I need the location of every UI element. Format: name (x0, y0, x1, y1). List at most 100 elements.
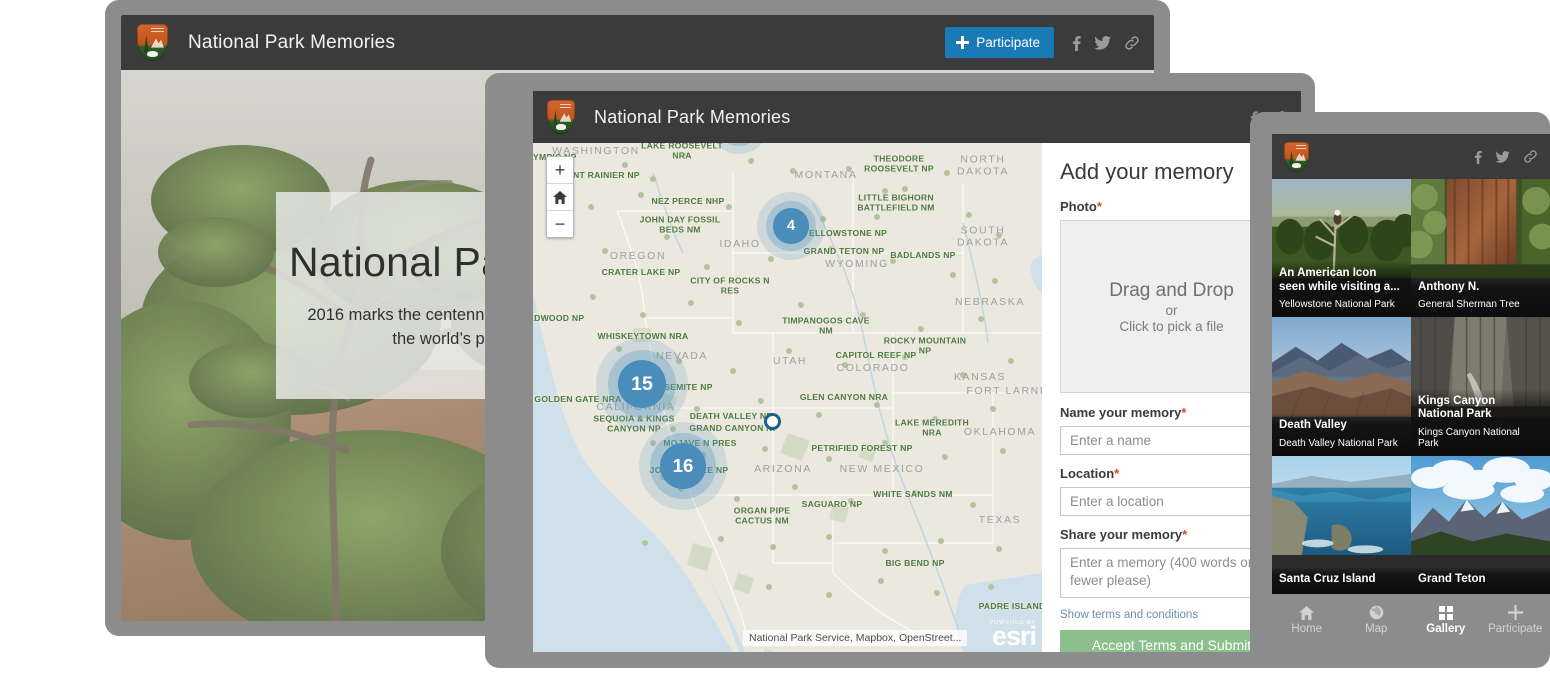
tablet-window-screen: An American Icon seen while visiting a..… (1272, 134, 1550, 646)
tab-map[interactable]: Map (1342, 605, 1412, 635)
globe-icon (1369, 605, 1384, 620)
map-canvas[interactable]: + − ROSS LAKE NRAGLACIER NPLAKE ROOSEVEL… (533, 143, 1042, 652)
map-state-label: ARIZONA (754, 463, 812, 476)
gallery-caption: Anthony N. General Sherman Tree (1411, 274, 1550, 318)
map-state-label: TEXAS (978, 514, 1022, 527)
tab-gallery[interactable]: Gallery (1411, 605, 1481, 635)
link-icon[interactable] (1124, 35, 1140, 51)
required-mark: * (1181, 405, 1187, 420)
gallery-caption: Kings Canyon National Park Kings Canyon N… (1411, 388, 1550, 456)
link-icon[interactable] (1523, 149, 1538, 164)
map-park-label: DEATH VALLEY NP (689, 411, 773, 422)
map-park-label: PADRE ISLAND (978, 601, 1042, 612)
gallery-item[interactable]: Grand Teton (1411, 455, 1550, 594)
gallery-item-title: Death Valley (1279, 419, 1347, 432)
dropzone-primary-text: Drag and Drop (1109, 279, 1234, 301)
gallery-item[interactable]: Anthony N. General Sherman Tree (1411, 179, 1550, 318)
twitter-icon[interactable] (1094, 35, 1111, 50)
gallery-caption: An American Icon seen while visiting a..… (1272, 261, 1411, 318)
esri-powered-by-text: POWERED BY (989, 620, 1036, 627)
map-app-header: National Park Memories (533, 91, 1301, 143)
map-park-label: TIMPANOGOS CAVE NM (782, 315, 870, 335)
map-state-label: UTAH (772, 355, 808, 368)
social-links (1072, 35, 1140, 51)
gallery-item-subtitle: Kings Canyon National Park (1418, 426, 1520, 449)
home-icon (553, 190, 567, 204)
map-state-label: NEBRASKA (955, 296, 1025, 309)
map-cluster-marker[interactable]: 4 (757, 192, 825, 260)
tablet-app-header (1272, 134, 1550, 179)
map-window-bezel: National Park Memories + − LAKE ROOSEVEL… (485, 73, 1315, 668)
map-park-label: THEODORE ROOSEVELT NP (864, 153, 934, 173)
selected-location-marker[interactable] (764, 413, 781, 430)
gallery-caption: Death Valley Death Valley National Park (1272, 413, 1411, 456)
page-title: National Park Memories (594, 106, 791, 127)
gallery-item[interactable]: Kings Canyon National Park Kings Canyon N… (1411, 317, 1550, 456)
map-state-label: SOUTH DAKOTA (957, 224, 1009, 248)
gallery-photo (1272, 317, 1411, 417)
gallery-item-subtitle: General Sherman Tree (1418, 299, 1520, 311)
esri-wordmark: esri (991, 621, 1037, 652)
tab-label: Participate (1488, 623, 1543, 635)
participate-button[interactable]: Participate (945, 27, 1054, 58)
dropzone-or-text: or (1165, 302, 1178, 318)
zoom-out-button[interactable]: − (547, 211, 573, 237)
map-state-label: NEW MEXICO (839, 463, 925, 476)
grid-icon (1438, 605, 1453, 620)
gallery-item-title: Anthony N. (1418, 280, 1480, 293)
gallery-photo (1411, 455, 1550, 555)
gallery-caption: Grand Teton (1411, 567, 1550, 594)
social-links (1474, 149, 1538, 164)
required-mark: * (1182, 527, 1188, 542)
tab-participate[interactable]: Participate (1481, 605, 1550, 635)
map-cluster-marker[interactable]: 15 (596, 338, 688, 430)
home-icon (1299, 605, 1315, 620)
gallery-item[interactable]: An American Icon seen while visiting a..… (1272, 179, 1411, 318)
cluster-count: 15 (631, 372, 653, 395)
gallery-item-title: Santa Cruz Island (1279, 573, 1376, 586)
gallery-item-subtitle: Death Valley National Park (1279, 437, 1398, 449)
facebook-icon[interactable] (1474, 150, 1482, 164)
map-park-label: REDWOOD NP (533, 313, 585, 324)
map-state-label: COLORADO (836, 362, 910, 375)
required-mark: * (1114, 466, 1120, 481)
map-state-label: NORTH DAKOTA (957, 153, 1009, 177)
gallery-caption: Santa Cruz Island (1272, 567, 1411, 594)
grid-icon (1438, 605, 1453, 620)
plus-icon (956, 36, 970, 49)
twitter-icon[interactable] (1495, 150, 1510, 163)
map-park-label: NEZ PERCE NHP (651, 196, 725, 207)
map-state-label: OKLAHOMA (963, 426, 1037, 439)
required-mark: * (1096, 199, 1102, 214)
gallery-item-title: An American Icon seen while visiting a..… (1279, 267, 1400, 293)
map-park-label: GLEN CANYON NRA (799, 392, 889, 403)
tab-label: Map (1365, 623, 1388, 635)
map-attribution: National Park Service, Mapbox, OpenStree… (743, 630, 968, 646)
participate-button-label: Participate (976, 35, 1040, 50)
cluster-count: 4 (786, 218, 796, 234)
gallery-photo (1272, 455, 1411, 555)
nps-arrowhead-logo-icon (137, 24, 168, 61)
plus-icon (1507, 605, 1523, 620)
map-park-label: LAKE ROOSEVELT NRA (641, 143, 723, 160)
gallery-item[interactable]: Death Valley Death Valley National Park (1272, 317, 1411, 456)
zoom-in-button[interactable]: + (547, 157, 573, 184)
map-park-label: SAGUARO NP (801, 499, 863, 510)
map-zoom-controls: + − (546, 156, 574, 238)
esri-logo: POWERED BY esri (989, 620, 1037, 652)
facebook-icon[interactable] (1072, 35, 1081, 51)
gallery-item[interactable]: Santa Cruz Island (1272, 455, 1411, 594)
home-button[interactable] (547, 184, 573, 211)
map-park-label: ORGAN PIPE CACTUS NM (733, 505, 791, 525)
map-park-label: ROCKY MOUNTAIN NP (883, 335, 967, 355)
map-state-label: WYOMING (825, 258, 889, 271)
map-park-label: LAKE MEREDITH NRA (895, 417, 969, 437)
tab-home[interactable]: Home (1272, 605, 1342, 635)
gallery-grid: An American Icon seen while visiting a..… (1272, 179, 1550, 594)
map-park-label: LITTLE BIGHORN BATTLEFIELD NM (857, 192, 935, 212)
gallery-item-title: Kings Canyon National Park (1418, 394, 1496, 421)
map-state-label: KANSAS (953, 371, 1007, 384)
bottom-tab-bar: Home Map Gallery Participate (1272, 594, 1550, 646)
nps-arrowhead-logo-icon (1284, 141, 1309, 172)
map-cluster-marker[interactable]: 16 (639, 422, 727, 510)
